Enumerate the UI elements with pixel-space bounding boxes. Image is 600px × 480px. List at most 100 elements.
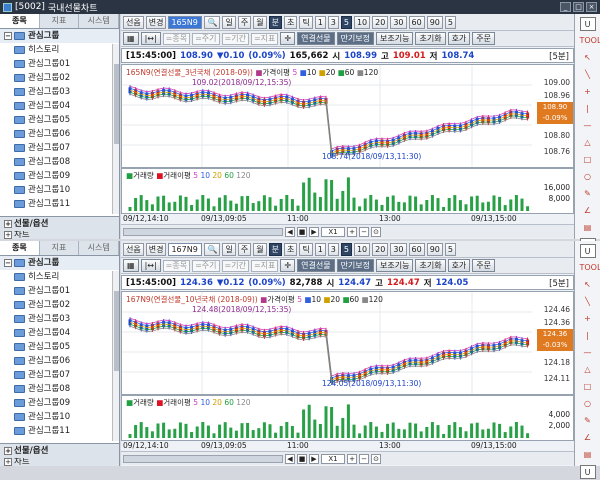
tab-indicator[interactable]: 지표: [40, 241, 80, 255]
interval-button[interactable]: 90: [426, 15, 443, 29]
tree-item[interactable]: 관심그룹11: [0, 197, 119, 211]
tree-item[interactable]: 관심그룹09: [0, 169, 119, 183]
link-field[interactable]: =지표: [250, 259, 279, 272]
drawing-tool-icon[interactable]: ↖: [580, 278, 596, 292]
interval-button[interactable]: 1: [314, 15, 326, 29]
drawing-tool-icon[interactable]: ▤: [580, 448, 596, 462]
interval-button[interactable]: 3: [327, 15, 339, 29]
interval-button[interactable]: 1: [314, 242, 326, 256]
chart-scrollbar[interactable]: [123, 454, 283, 463]
tab-system[interactable]: 시스템: [79, 241, 119, 255]
interval-button[interactable]: 60: [408, 242, 425, 256]
select-option[interactable]: 선옵: [123, 15, 144, 29]
code-input[interactable]: 165N9: [168, 15, 203, 29]
link-field[interactable]: =기간: [221, 259, 249, 272]
drawing-tool-icon[interactable]: U: [579, 465, 596, 479]
search-button[interactable]: 🔍: [204, 15, 221, 29]
tree-item[interactable]: 관심그룹10: [0, 410, 119, 424]
drawing-tool-icon[interactable]: △: [580, 136, 596, 150]
tab-system[interactable]: 시스템: [79, 14, 119, 28]
expand-icon[interactable]: +: [4, 220, 12, 228]
period-button[interactable]: 분: [268, 242, 282, 256]
period-button[interactable]: 틱: [299, 242, 313, 256]
scroll-thumb[interactable]: [114, 64, 119, 144]
tab-item[interactable]: 종목: [0, 241, 40, 255]
toolbar2-button[interactable]: 호가: [447, 32, 471, 45]
tree-item[interactable]: 관심그룹04: [0, 99, 119, 113]
period-button[interactable]: 분: [268, 15, 282, 29]
link-field[interactable]: =종목: [162, 32, 191, 45]
chart-scrollbar[interactable]: [123, 227, 283, 236]
drawing-tool-icon[interactable]: TOOL: [580, 261, 600, 275]
drawing-tool-icon[interactable]: ╲: [580, 68, 596, 82]
tree-item[interactable]: 히스토리: [0, 270, 119, 284]
drawing-tool-icon[interactable]: —: [580, 119, 596, 133]
toolbar2-button[interactable]: 보조기능: [376, 259, 414, 272]
link-field[interactable]: =기간: [221, 32, 249, 45]
split-button[interactable]: |↔|: [140, 32, 161, 45]
drawing-tool-icon[interactable]: TOOL: [580, 34, 600, 48]
minimize-button[interactable]: _: [560, 2, 571, 12]
tree-footer-chart[interactable]: + 차트: [0, 458, 119, 466]
drawing-tool-icon[interactable]: |: [580, 102, 596, 116]
stop-button[interactable]: ■: [297, 226, 307, 237]
select-option[interactable]: 선옵: [123, 242, 144, 256]
drawing-tool-icon[interactable]: |: [580, 329, 596, 343]
interval-button[interactable]: 30: [390, 242, 407, 256]
drawing-tool-icon[interactable]: U: [579, 244, 596, 258]
toolbar2-button[interactable]: 보조기능: [376, 32, 414, 45]
interval-button[interactable]: 30: [390, 15, 407, 29]
search-button[interactable]: 🔍: [204, 242, 221, 256]
period-button[interactable]: 주: [237, 15, 252, 29]
zoom-out-button[interactable]: −: [359, 453, 369, 464]
volume-chart[interactable]: ■거래량 ■거래이평 5 10 20 60 120 16,000 8,000: [121, 168, 574, 214]
drawing-tool-icon[interactable]: ○: [580, 170, 596, 184]
toolbar2-button[interactable]: 연결선물: [297, 259, 335, 272]
tab-indicator[interactable]: 지표: [40, 14, 80, 28]
tree-footer-futures[interactable]: + 선물/옵션: [0, 217, 119, 231]
tree-scrollbar[interactable]: [112, 271, 119, 441]
interval-button[interactable]: 10: [353, 242, 371, 256]
tree-item[interactable]: 관심그룹11: [0, 424, 119, 438]
period-button[interactable]: 일: [222, 15, 236, 29]
drawing-tool-icon[interactable]: ∠: [580, 431, 596, 445]
period-button[interactable]: 초: [283, 242, 298, 256]
grid-toggle-button[interactable]: ▦: [123, 32, 139, 45]
tree-item[interactable]: 히스토리: [0, 43, 119, 57]
tree-item[interactable]: 관심그룹02: [0, 298, 119, 312]
period-button[interactable]: 초: [283, 15, 298, 29]
link-field[interactable]: =종목: [162, 259, 191, 272]
zoom-in-button[interactable]: +: [347, 226, 357, 237]
tree-item[interactable]: 관심그룹06: [0, 354, 119, 368]
period-button[interactable]: 주: [237, 242, 252, 256]
drawing-tool-icon[interactable]: ↖: [580, 51, 596, 65]
scroll-left-button[interactable]: ◀: [285, 226, 295, 237]
tab-item[interactable]: 종목: [0, 14, 40, 28]
interval-button[interactable]: 5: [340, 242, 352, 256]
link-field[interactable]: =주기: [192, 259, 220, 272]
tree-item[interactable]: 관심그룹06: [0, 127, 119, 141]
change-button[interactable]: 변경: [145, 15, 167, 29]
change-button[interactable]: 변경: [145, 242, 167, 256]
price-chart[interactable]: 167N9(연결선물_10년국채 (2018-09)) ■가격이평 5 ■10 …: [121, 291, 574, 395]
maximize-button[interactable]: □: [573, 2, 584, 12]
interval-button[interactable]: 20: [372, 15, 389, 29]
code-input[interactable]: 167N9: [168, 242, 203, 256]
tree-root[interactable]: − 관심그룹: [0, 256, 119, 270]
tree-scrollbar[interactable]: [112, 44, 119, 214]
crosshair-button[interactable]: ✛: [280, 259, 296, 272]
toolbar2-button[interactable]: 만기보정: [336, 32, 375, 45]
zoom-select[interactable]: X1: [321, 226, 345, 237]
toolbar2-button[interactable]: 주문: [472, 32, 496, 45]
scroll-thumb[interactable]: [114, 291, 119, 371]
drawing-tool-icon[interactable]: □: [580, 153, 596, 167]
period-button[interactable]: 월: [253, 15, 267, 29]
period-button[interactable]: 일: [222, 242, 236, 256]
period-button[interactable]: 월: [253, 242, 267, 256]
volume-chart[interactable]: ■거래량 ■거래이평 5 10 20 60 120 4,000 2,000: [121, 395, 574, 441]
period-button[interactable]: 틱: [299, 15, 313, 29]
reset-button[interactable]: ⊙: [371, 453, 381, 464]
toolbar2-button[interactable]: 만기보정: [336, 259, 375, 272]
tree-item[interactable]: 관심그룹05: [0, 113, 119, 127]
expand-icon[interactable]: +: [4, 447, 12, 455]
